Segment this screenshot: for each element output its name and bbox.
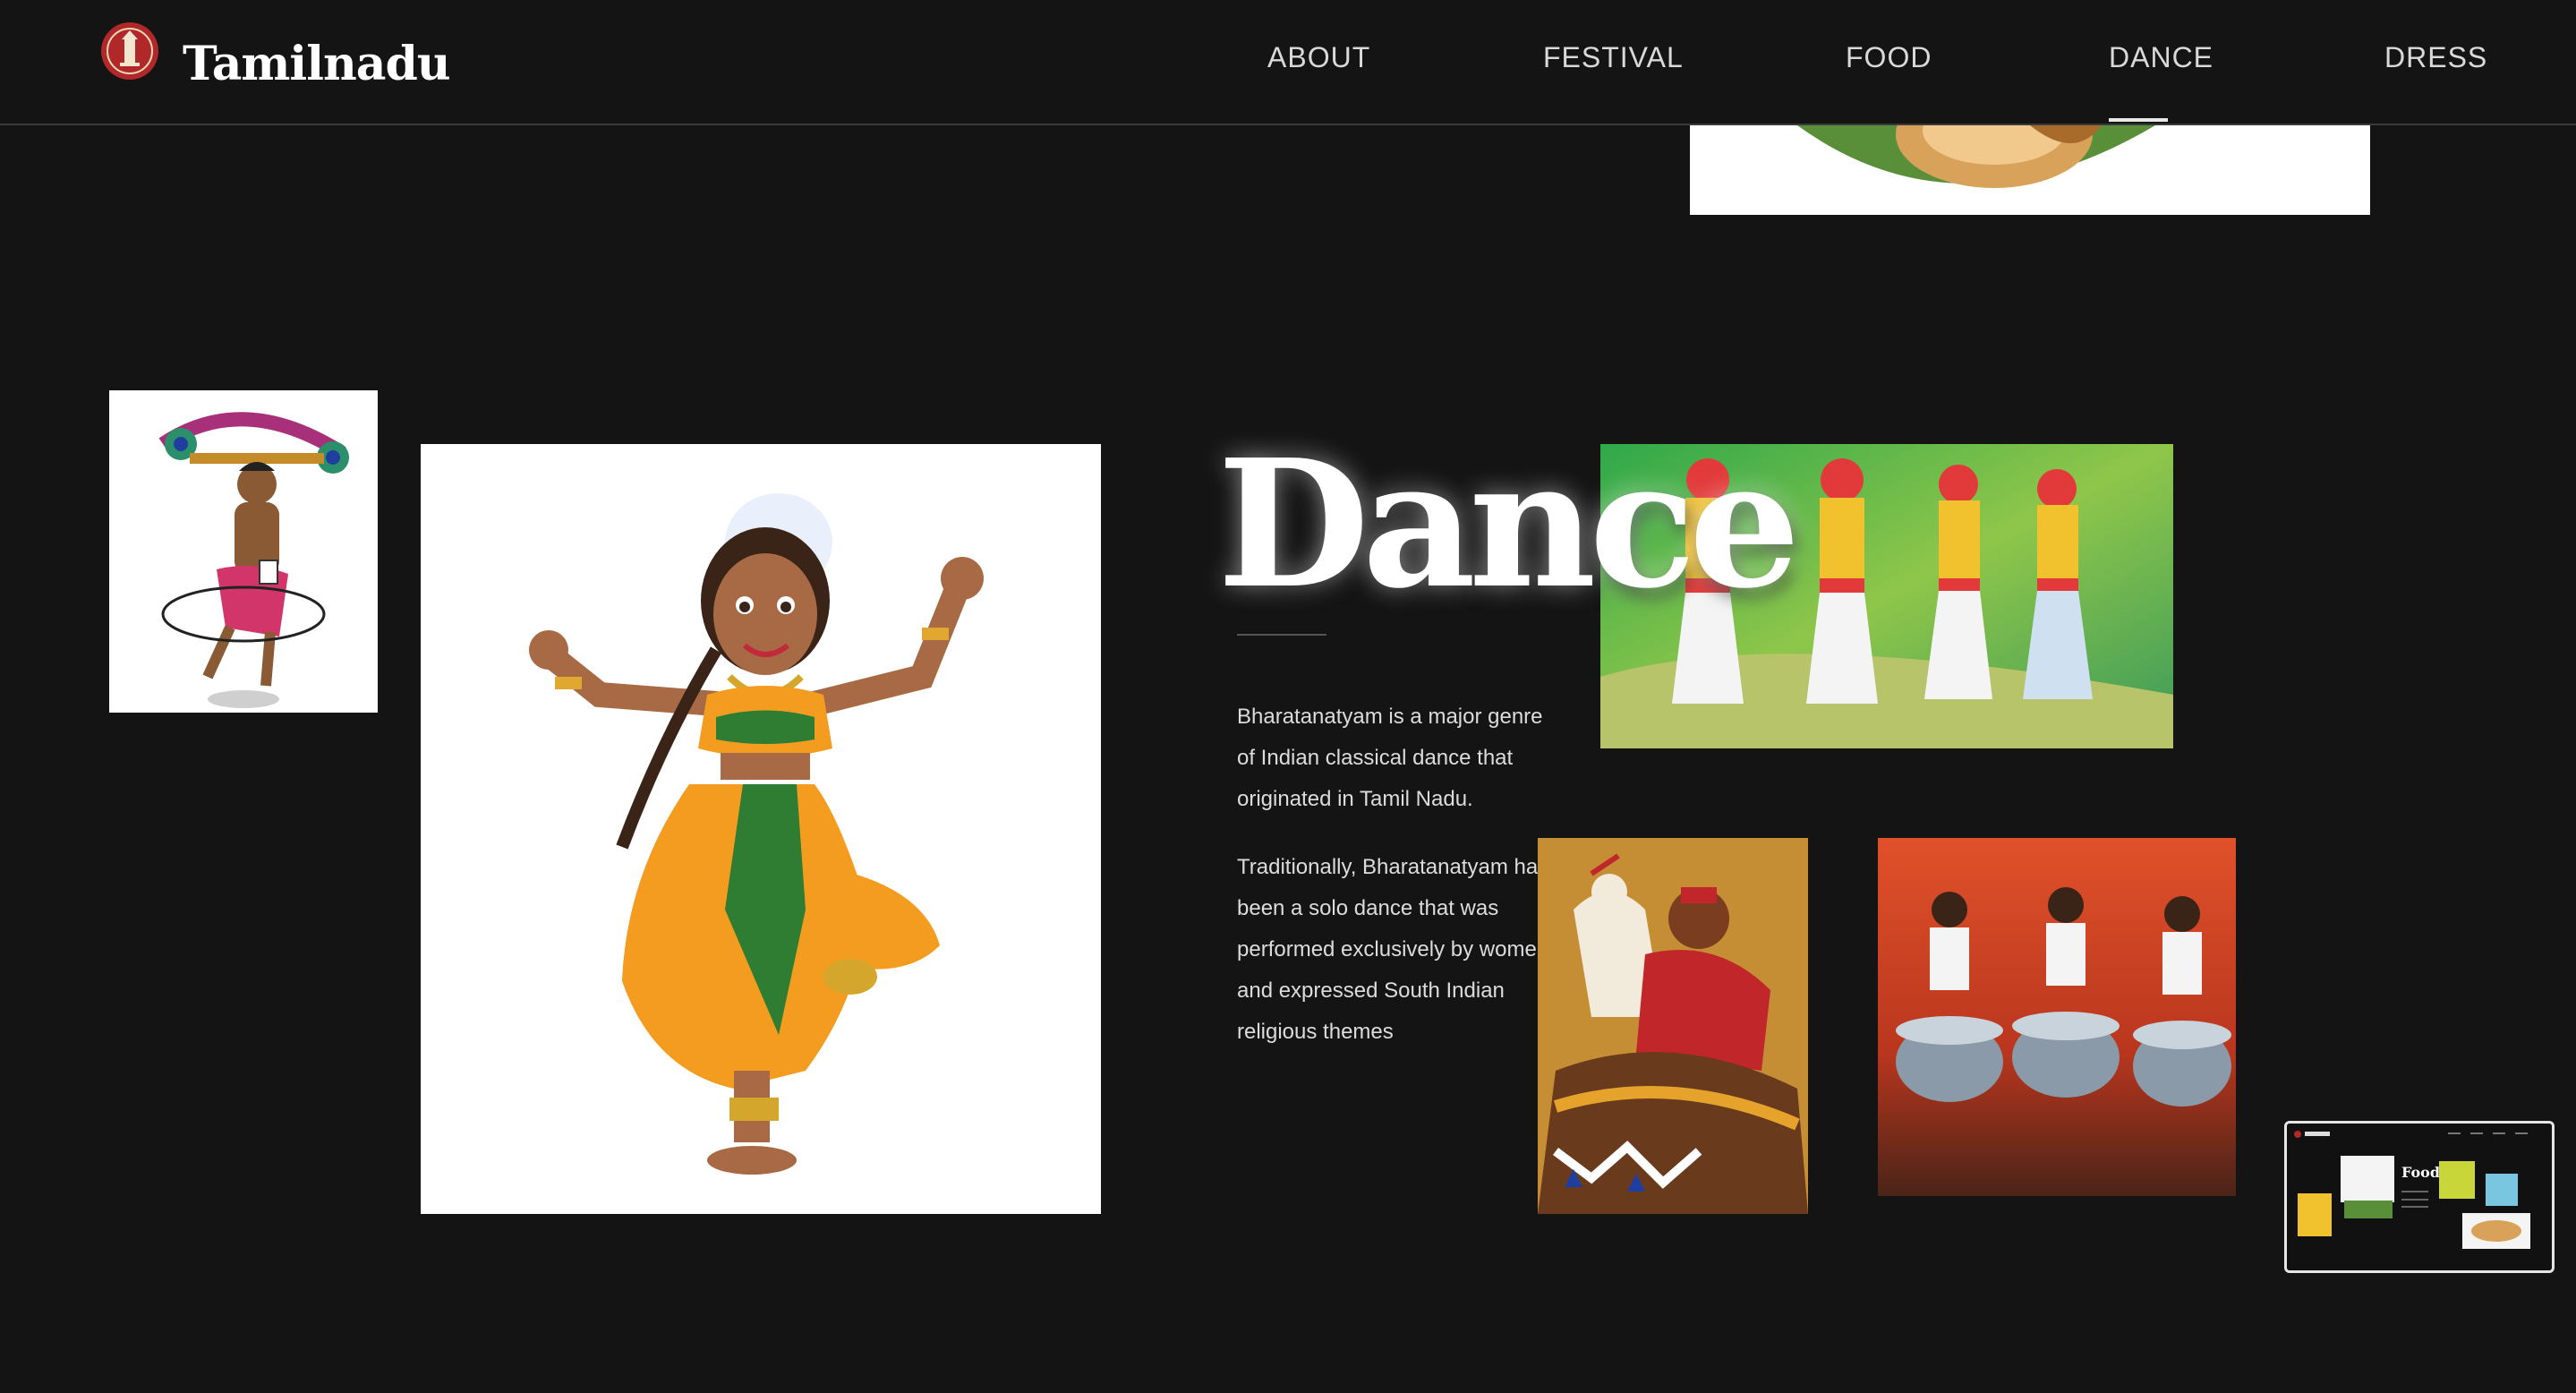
- svg-text:Food: Food: [2401, 1164, 2440, 1181]
- history-paragraph: Traditionally, Bharatanatyam has been a …: [1237, 855, 1555, 1044]
- nav-dress[interactable]: DRESS: [2384, 43, 2487, 72]
- nav-festival[interactable]: FESTIVAL: [1543, 43, 1684, 72]
- horse-dance-painting: [1538, 838, 1808, 1214]
- active-nav-indicator: [2109, 118, 2168, 122]
- nav-dance[interactable]: DANCE: [2109, 43, 2213, 72]
- bharatanatyam-dancer-image: [421, 444, 1101, 1214]
- page-preview-thumbnail[interactable]: Food: [2284, 1121, 2555, 1273]
- drummers-painting: [1878, 838, 2236, 1196]
- top-navbar: Tamilnadu ABOUT FESTIVAL FOOD DANCE DRES…: [0, 0, 2576, 125]
- section-title: Dance: [1217, 422, 1801, 628]
- nav-food[interactable]: FOOD: [1846, 43, 1932, 72]
- title-divider: [1237, 634, 1326, 636]
- kavadi-dancer-image: [109, 390, 378, 713]
- intro-paragraph: Bharatanatyam is a major genre of Indian…: [1237, 705, 1543, 811]
- main-nav: ABOUT FESTIVAL FOOD DANCE DRESS: [0, 43, 2576, 79]
- nav-about[interactable]: ABOUT: [1267, 43, 1370, 72]
- food-banana-leaf-image: [1690, 125, 2370, 215]
- page: Tamilnadu ABOUT FESTIVAL FOOD DANCE DRES…: [0, 0, 2576, 1393]
